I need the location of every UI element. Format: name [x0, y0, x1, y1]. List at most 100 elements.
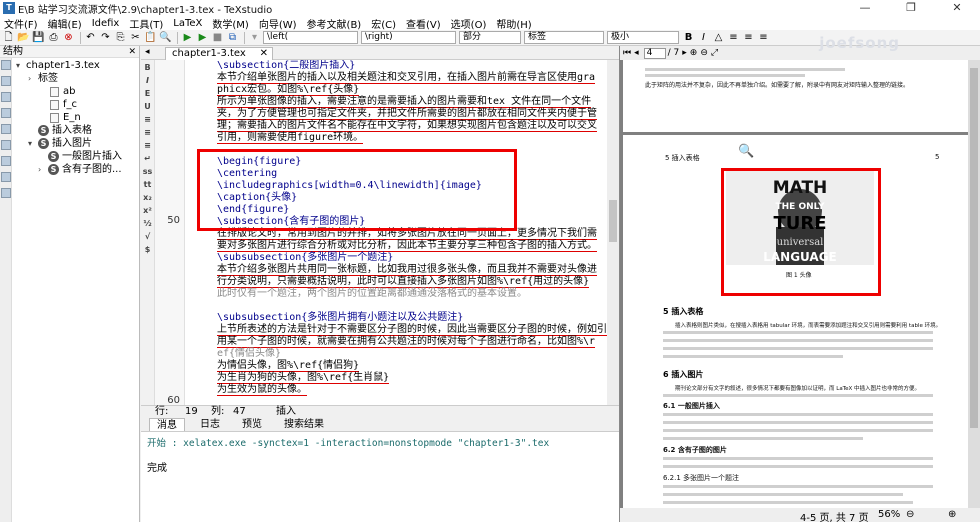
close-button[interactable]: ✕ — [934, 0, 980, 16]
tree-item-insert-image[interactable]: ▾ S 插入图片 — [14, 137, 139, 150]
expand-arrow-icon[interactable]: ▾ — [16, 59, 26, 72]
menu-file[interactable]: 文件(F) — [4, 16, 38, 31]
newline-format-icon[interactable]: ↵ — [141, 154, 154, 164]
typewriter-format-icon[interactable]: tt — [141, 180, 154, 190]
pdf-zoom-level[interactable]: 56% — [878, 509, 900, 520]
tree-item-subfigure[interactable]: › S 含有子图的... — [14, 163, 139, 176]
save-icon[interactable]: 💾 — [32, 31, 45, 44]
close-file-icon[interactable]: ⊗ — [62, 31, 75, 44]
tab-search-results[interactable]: 搜索结果 — [277, 418, 331, 431]
menu-options[interactable]: 选项(O) — [451, 16, 487, 31]
tree-item-general-image[interactable]: S 一般图片插入 — [14, 150, 139, 163]
menu-wizards[interactable]: 向导(W) — [259, 16, 297, 31]
menu-edit[interactable]: 编辑(E) — [48, 16, 82, 31]
view-pdf-icon[interactable]: ⧉ — [226, 31, 239, 44]
menu-view[interactable]: 查看(V) — [406, 16, 441, 31]
greek-view-icon[interactable] — [1, 188, 11, 198]
menu-help[interactable]: 帮助(H) — [496, 16, 531, 31]
italic-icon[interactable]: I — [697, 31, 710, 44]
pdf-vertical-scrollbar[interactable] — [968, 60, 980, 522]
cut-icon[interactable]: ✂ — [129, 31, 142, 44]
panel-close-icon[interactable]: ✕ — [128, 46, 136, 58]
align-right-icon[interactable]: ≡ — [757, 31, 770, 44]
menu-math[interactable]: 数学(M) — [212, 16, 248, 31]
emph-format-icon[interactable]: E — [141, 89, 154, 99]
pdf-prev-page-icon[interactable]: ◂ — [634, 48, 639, 58]
sans-serif-format-icon[interactable]: ss — [141, 167, 154, 177]
collapse-arrow-icon[interactable]: › — [28, 72, 38, 85]
pdf-page-previous[interactable]: 此于矩阵的用法并不复杂，因此不再单独介绍。如需要了解，附录中有网友对矩阵输入整理… — [623, 60, 968, 132]
tab-log[interactable]: 日志 — [193, 418, 227, 431]
editor-scroll-thumb[interactable] — [609, 200, 617, 242]
tab-messages[interactable]: 消息 — [149, 418, 185, 431]
tree-item-labels[interactable]: › 标签 — [14, 72, 139, 85]
tab-scroll-left-icon[interactable]: ◂ — [145, 47, 150, 57]
fraction-format-icon[interactable]: ½ — [141, 219, 154, 229]
pdf-zoom-out-icon[interactable]: ⊖ — [700, 48, 708, 58]
arrows-view-icon[interactable] — [1, 172, 11, 182]
new-file-icon[interactable]: 🗋 — [2, 31, 15, 44]
pdf-fit-icon[interactable]: ⤢ — [711, 48, 718, 58]
pdf-page-input[interactable]: 4 — [643, 47, 666, 59]
align-left-format-icon[interactable]: ≡ — [141, 115, 154, 125]
collapse-arrow-icon[interactable]: › — [38, 163, 48, 176]
menu-bibliography[interactable]: 参考文献(B) — [307, 16, 362, 31]
italic-format-icon[interactable]: I — [141, 76, 154, 86]
sqrt-format-icon[interactable]: √ — [141, 232, 154, 242]
pdf-next-page-icon[interactable]: ▸ — [682, 48, 687, 58]
compile-icon[interactable]: ▶ — [196, 31, 209, 44]
size-combo[interactable]: 极小 — [607, 31, 679, 44]
expand-arrow-icon[interactable]: ▾ — [28, 137, 38, 150]
redo-icon[interactable]: ↷ — [99, 31, 112, 44]
superscript-format-icon[interactable]: x² — [141, 206, 154, 216]
tree-item-label-fc[interactable]: f_c — [14, 98, 139, 111]
paste-icon[interactable]: 📋 — [144, 31, 157, 44]
pdf-page-current[interactable]: 5 插入表格 5 MATH THE ONLY TURE universal LA… — [623, 135, 968, 522]
tree-item-label-ab[interactable]: ab — [14, 85, 139, 98]
magnifier-icon[interactable]: 🔍 — [738, 144, 754, 159]
align-center-icon[interactable]: ≡ — [742, 31, 755, 44]
tree-item-file[interactable]: ▾ chapter1-3.tex — [14, 59, 139, 72]
build-view-icon[interactable]: ▶ — [181, 31, 194, 44]
menu-macros[interactable]: 宏(C) — [371, 16, 396, 31]
tikz-view-icon[interactable] — [1, 140, 11, 150]
pdf-zoom-in-bottom-icon[interactable]: ⊕ — [948, 509, 956, 520]
tree-item-insert-table[interactable]: S 插入表格 — [14, 124, 139, 137]
pdf-zoom-in-icon[interactable]: ⊕ — [690, 48, 698, 58]
asymptote-view-icon[interactable] — [1, 156, 11, 166]
pstricks-view-icon[interactable] — [1, 108, 11, 118]
subscript-format-icon[interactable]: x₂ — [141, 193, 154, 203]
symbols-view-icon[interactable] — [1, 76, 11, 86]
tab-preview[interactable]: 预览 — [235, 418, 269, 431]
align-right-format-icon[interactable]: ≡ — [141, 141, 154, 151]
pdf-scroll-thumb[interactable] — [970, 68, 978, 428]
pdf-first-page-icon[interactable]: ⏮ — [623, 48, 631, 58]
bold-icon[interactable]: B — [682, 31, 695, 44]
menu-idefix[interactable]: Idefix — [92, 18, 120, 29]
open-file-icon[interactable]: 📂 — [17, 31, 30, 44]
section-combo[interactable]: 部分 — [459, 31, 521, 44]
tab-chapter1-3[interactable]: chapter1-3.tex ✕ — [165, 47, 273, 60]
math-mode-icon[interactable]: $ — [141, 245, 154, 255]
copy-icon[interactable]: ⎘ — [114, 31, 127, 44]
label-combo[interactable]: 标签 — [524, 31, 604, 44]
code-editor[interactable]: B I E U ≡ ≡ ≡ ↵ ss tt x₂ x² ½ √ $ 50 60 … — [141, 60, 619, 405]
bold-format-icon[interactable]: B — [141, 63, 154, 73]
menu-latex[interactable]: LaTeX — [173, 18, 202, 29]
bookmarks-view-icon[interactable] — [1, 92, 11, 102]
pdf-zoom-out-bottom-icon[interactable]: ⊖ — [906, 509, 914, 520]
right-delimiter-combo[interactable]: \right) — [361, 31, 456, 44]
structure-view-icon[interactable] — [1, 60, 11, 70]
align-left-icon[interactable]: ≡ — [727, 31, 740, 44]
code-text-area[interactable]: \subsection{二般图片插入} 本节介绍单张图片的插入以及相关题注和交叉… — [189, 60, 607, 405]
find-icon[interactable]: 🔍 — [159, 31, 172, 44]
tab-close-icon[interactable]: ✕ — [260, 48, 268, 60]
metapost-view-icon[interactable] — [1, 124, 11, 134]
minimize-button[interactable]: — — [842, 0, 888, 16]
print-icon[interactable]: ⎙ — [47, 31, 60, 44]
align-center-format-icon[interactable]: ≡ — [141, 128, 154, 138]
menu-tools[interactable]: 工具(T) — [129, 16, 163, 31]
maximize-button[interactable]: ❐ — [888, 0, 934, 16]
stop-icon[interactable]: ■ — [211, 31, 224, 44]
tree-item-label-en[interactable]: E_n — [14, 111, 139, 124]
